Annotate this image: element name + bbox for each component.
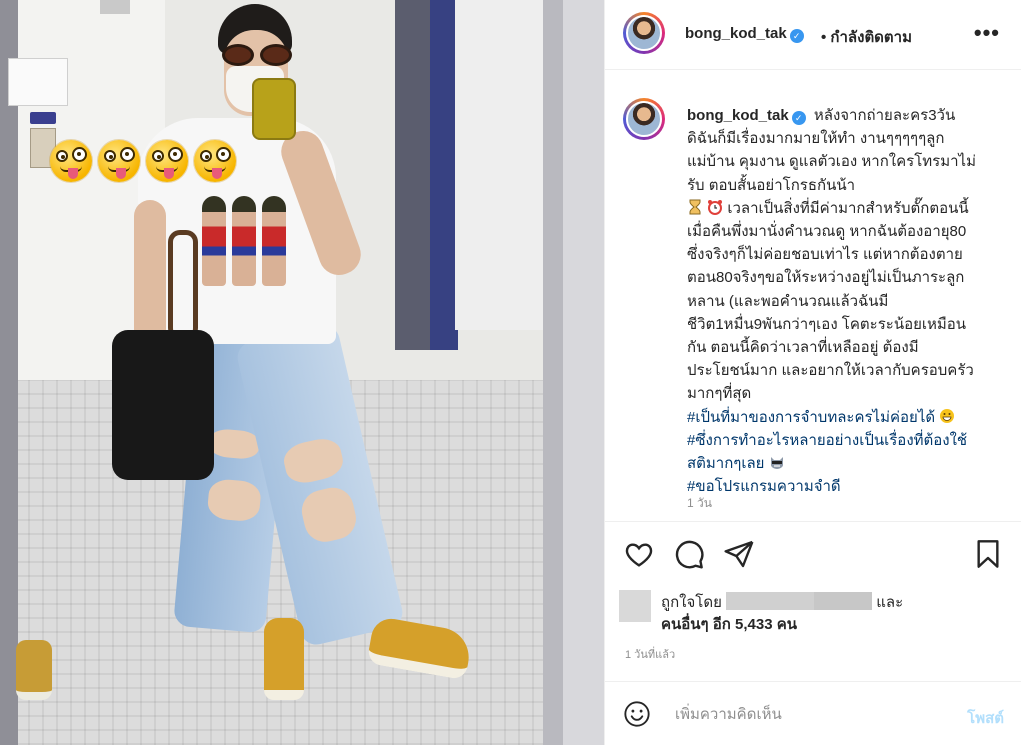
caption-line: เมื่อคืนพึ่งมานั่งคำนวณดู หากฉันต้องอายุ…: [687, 223, 967, 241]
verified-badge-icon: ✓: [789, 29, 804, 43]
caption-line: เวลาเป็นสิ่งที่มีค่ามากสำหรับตั๊กตอนนี้: [727, 199, 969, 217]
likes-text: ถูกใจโดย และ คนอื่นๆ อีก 5,433 คน: [661, 592, 904, 633]
smartphone: [252, 78, 296, 140]
caption-username-link[interactable]: bong_kod_tak ✓: [687, 107, 806, 125]
caption-text: bong_kod_tak ✓ หลังจากถ่ายละคร3วัน ดิฉันก…: [687, 104, 1007, 498]
caption-line: หลาน (และพอคำนวณแล้วฉันมี: [687, 292, 889, 310]
jeans-rip: [206, 478, 262, 523]
caption-section: bong_kod_tak ✓ หลังจากถ่ายละคร3วัน ดิฉันก…: [605, 70, 1021, 522]
redacted-username[interactable]: [726, 592, 815, 610]
sticker-row: [50, 140, 236, 182]
post-photo[interactable]: [0, 0, 604, 745]
caption-line: ซึ่งจริงๆก็ไม่ค่อยชอบเท่าไร แต่หากต้องตา…: [687, 246, 963, 264]
action-bar: [605, 530, 1021, 580]
zany-face-emoji-icon: [50, 140, 92, 182]
sneaker-right: [366, 615, 474, 681]
caption-line: ประโยชน์มาก และอยากให้เวลากับครอบครัว: [687, 362, 974, 380]
jeans-rip: [280, 434, 347, 487]
hashtag-link[interactable]: #ขอโปรแกรมความจำดี: [687, 478, 841, 495]
bag-strap: [168, 230, 198, 340]
hourglass-emoji-icon: [689, 199, 701, 215]
caption-line: แม่บ้าน คุมงาน ดูแลตัวเอง หากใครโทรมาไม่: [687, 153, 976, 171]
caption-line: ตอน80จริงๆขอให้ระหว่างอยู่ไม่เป็นภาระลูก: [687, 269, 965, 287]
caption-line: กัน ตอนนี้คิดว่าเวลาที่เหลืออยู่ ต้องมี: [687, 339, 919, 357]
sunglasses: [222, 44, 292, 66]
caption-line: ดิฉันก็มีเรื่องมากมายให้ทำ งานๆๆๆๆๆลูก: [687, 130, 945, 148]
avatar[interactable]: [623, 98, 665, 140]
comment-bar: โพสต์: [605, 681, 1021, 745]
caption-line: รับ ตอบสั้นอย่าโกรธกันน้า: [687, 176, 856, 194]
redacted-username[interactable]: [814, 592, 873, 610]
caption-line: มากๆที่สุด: [687, 385, 752, 403]
hashtag-link[interactable]: สติมากๆเลย: [687, 455, 764, 472]
comment-icon[interactable]: [673, 538, 705, 570]
person: [0, 0, 604, 745]
send-icon[interactable]: [723, 538, 755, 570]
verified-badge-icon: ✓: [791, 111, 806, 125]
hashtag-link[interactable]: #ซึ่งการทำอะไรหลายอย่างเป็นเรื่องที่ต้อง…: [687, 432, 967, 449]
avatar[interactable]: [623, 12, 665, 54]
likes-summary: ถูกใจโดย และ คนอื่นๆ อีก 5,433 คน: [619, 590, 1009, 638]
caption-line: หลังจากถ่ายละคร3วัน: [813, 107, 956, 124]
hashtag-link[interactable]: #เป็นที่มาของการจำบทละครไม่ค่อยได้: [687, 409, 935, 426]
shirt-graphic: [202, 196, 226, 286]
emoji-picker-icon[interactable]: [623, 700, 651, 728]
zany-face-emoji-icon: [146, 140, 188, 182]
grinning-face-emoji-icon: [940, 408, 955, 423]
handbag: [112, 330, 214, 480]
likes-count-link[interactable]: คนอื่นๆ อีก 5,433 คน: [661, 616, 797, 633]
sneaker-left: [264, 618, 304, 700]
caption-line: ชีวิต1หมื่น9พันกว่าๆเอง โคตะระน้อยเหมือน: [687, 315, 967, 333]
jeans-rip: [208, 427, 261, 461]
liker-avatar[interactable]: [619, 590, 651, 622]
shirt-graphic: [232, 196, 256, 286]
following-button[interactable]: • กำลังติดตาม: [821, 25, 912, 49]
heart-icon[interactable]: [623, 538, 655, 570]
post-side-panel: bong_kod_tak ✓ • กำลังติดตาม ••• bong_kod…: [604, 0, 1021, 745]
sneaker-reflection: [16, 640, 52, 700]
post-comment-button[interactable]: โพสต์: [967, 706, 1004, 730]
username-link[interactable]: bong_kod_tak ✓: [685, 25, 804, 43]
alarm-clock-emoji-icon: [708, 199, 723, 215]
zany-face-emoji-icon: [98, 140, 140, 182]
more-options-icon[interactable]: •••: [974, 20, 1000, 46]
zany-face-emoji-icon: [194, 140, 236, 182]
comment-input[interactable]: [675, 700, 945, 728]
caption-timestamp[interactable]: 1 วัน: [687, 494, 712, 513]
bookmark-icon[interactable]: [972, 538, 1004, 570]
shirt-graphic: [262, 196, 286, 286]
post-header: bong_kod_tak ✓ • กำลังติดตาม •••: [605, 0, 1021, 70]
cat-face-emoji-icon: [770, 457, 783, 470]
jeans-rip: [297, 483, 361, 546]
post-timestamp[interactable]: 1 วันที่แล้ว: [625, 645, 675, 663]
